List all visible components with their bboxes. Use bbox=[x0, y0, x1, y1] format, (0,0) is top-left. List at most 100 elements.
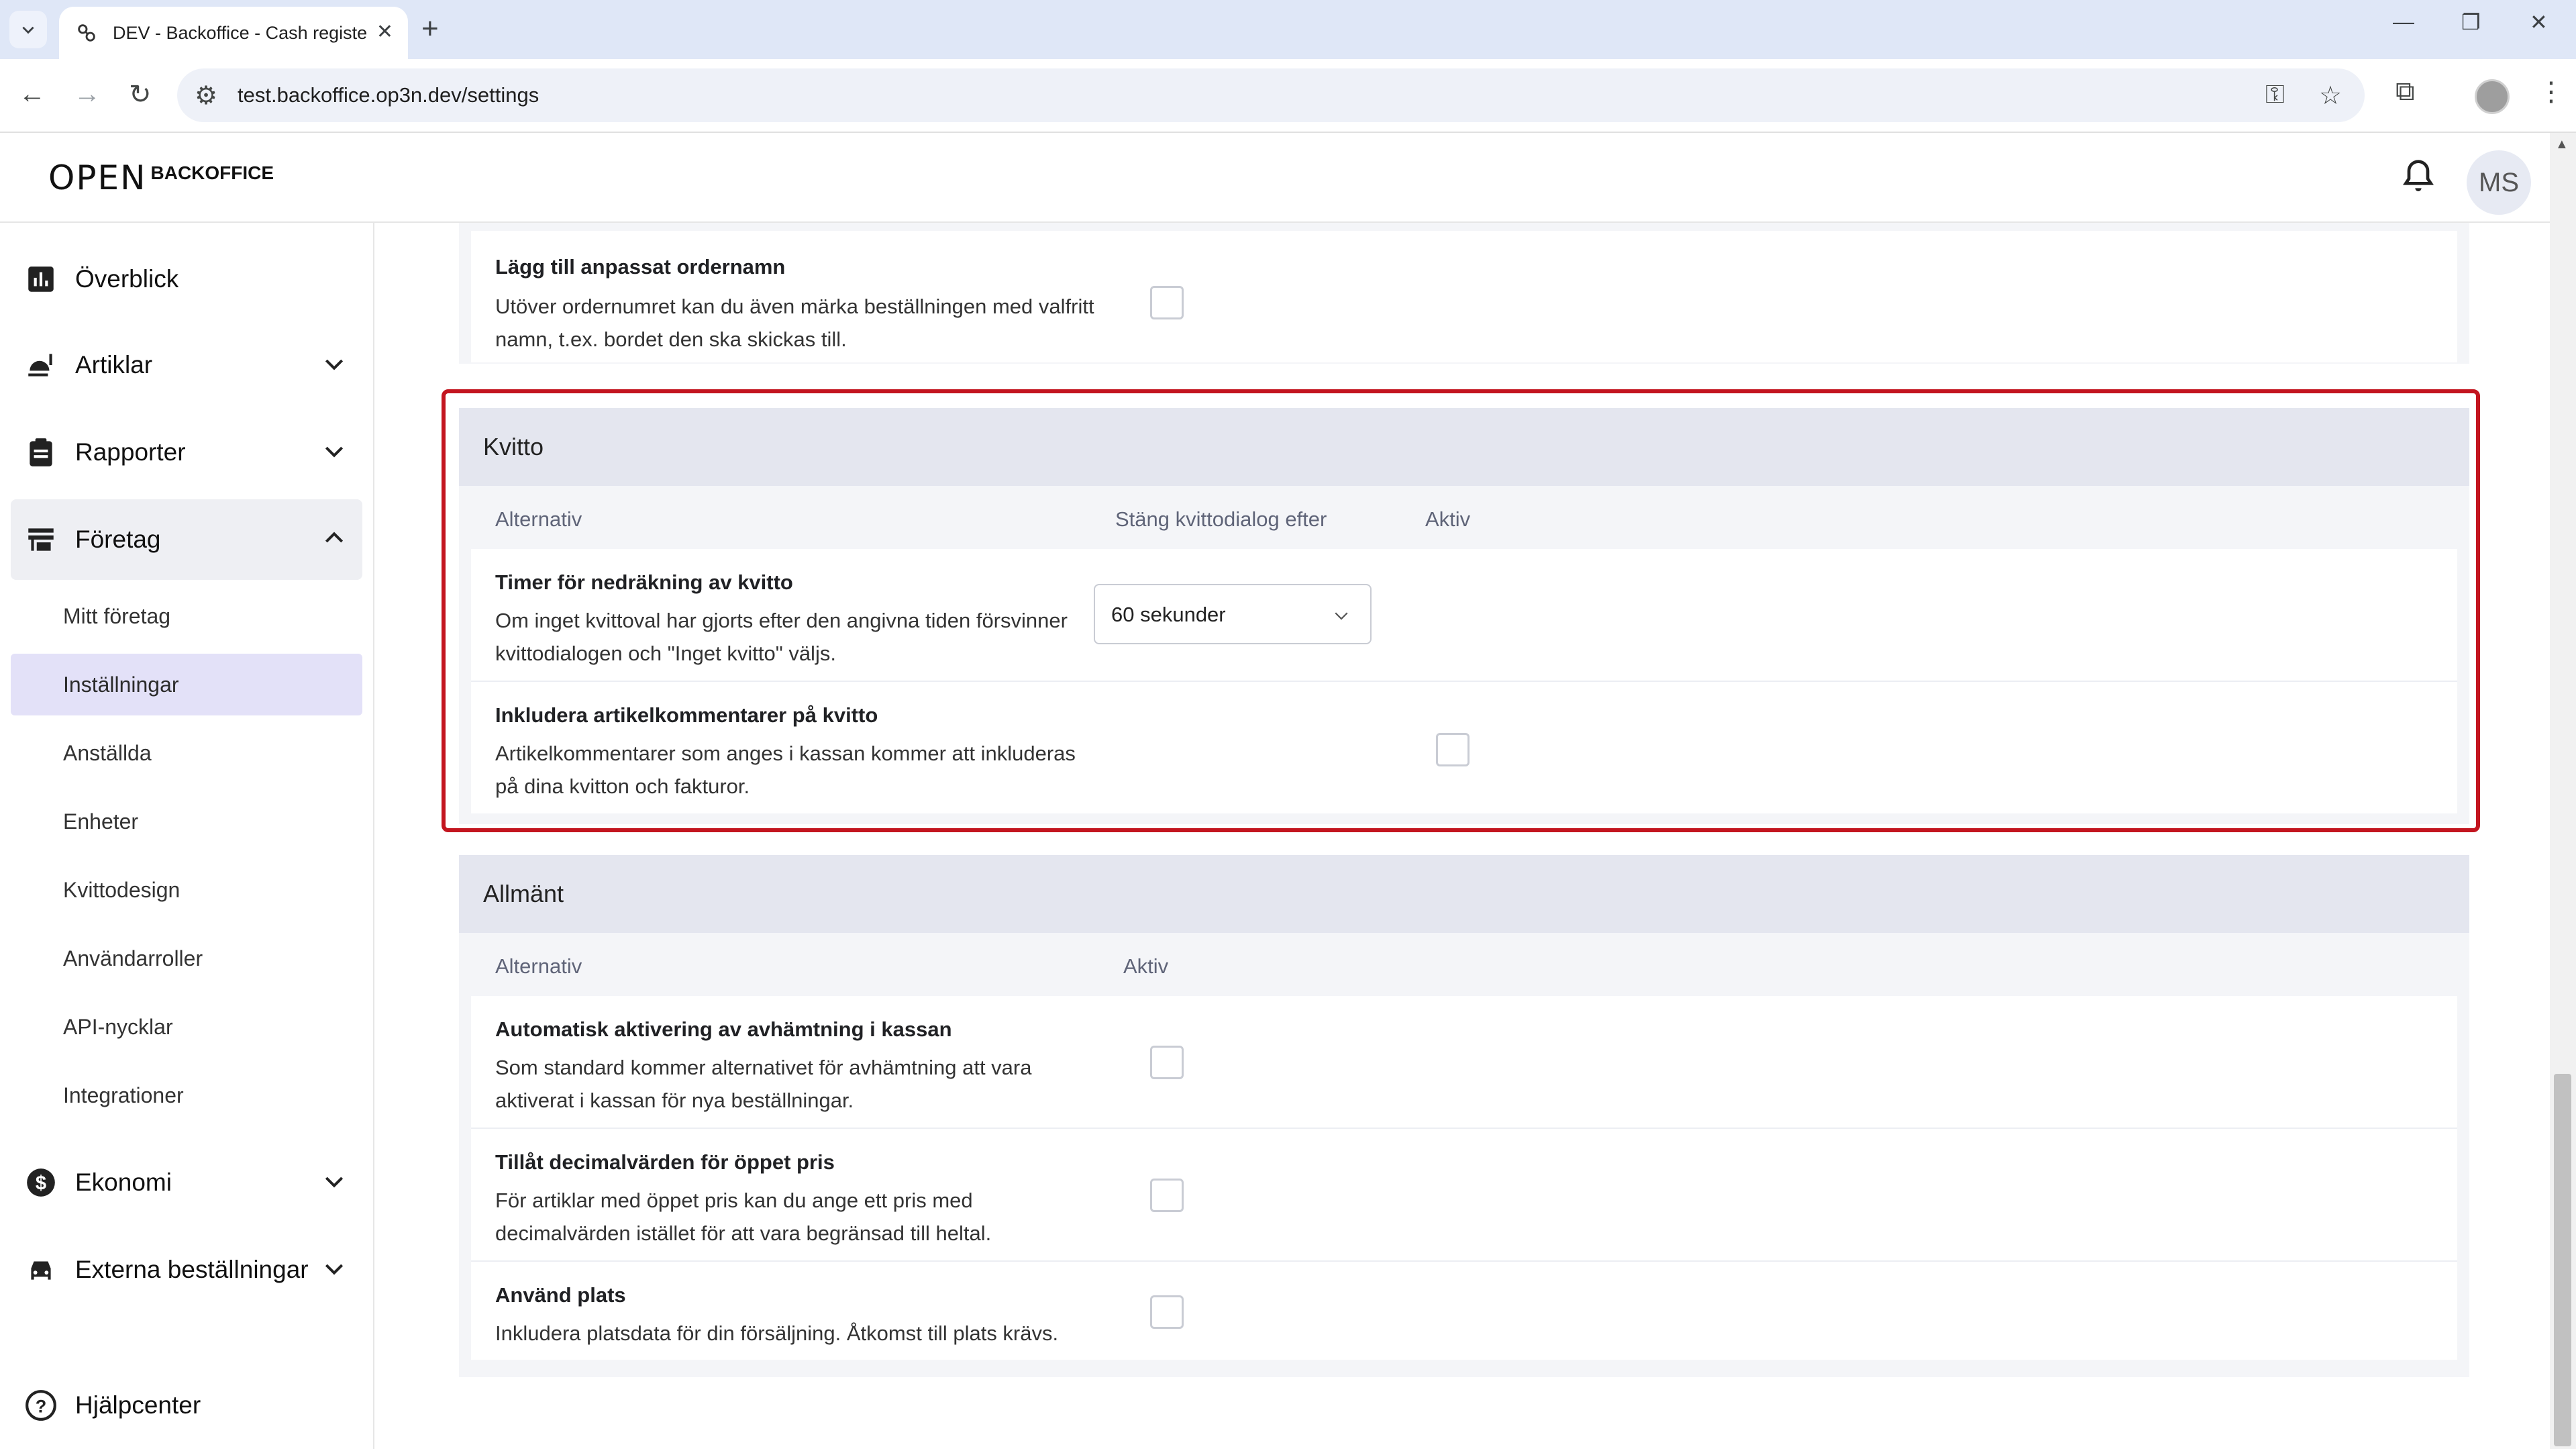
sidebar-item-artiklar[interactable]: Artiklar bbox=[11, 325, 362, 405]
kvitto-card: Kvitto Alternativ Stäng kvittodialog eft… bbox=[459, 408, 2469, 824]
forward-icon[interactable]: → bbox=[74, 79, 101, 109]
dollar-icon: $ bbox=[27, 1168, 55, 1197]
key-icon[interactable]: ⚿ bbox=[2265, 81, 2285, 109]
tab-title: DEV - Backoffice - Cash register bbox=[113, 22, 368, 43]
row-description: Som standard kommer alternativet för avh… bbox=[495, 1056, 1032, 1112]
sidebar-subitem-anvandarroller[interactable]: Användarroller bbox=[11, 928, 362, 989]
sidebar-subitem-kvittodesign[interactable]: Kvittodesign bbox=[11, 859, 362, 921]
chevron-down-icon bbox=[22, 26, 34, 34]
sidebar-subitem-mitt-foretag[interactable]: Mitt företag bbox=[11, 585, 362, 647]
include-item-comments-checkbox[interactable] bbox=[1436, 733, 1470, 766]
window-close-icon[interactable]: ✕ bbox=[2530, 9, 2548, 35]
receipt-timer-select[interactable]: 60 sekunder bbox=[1094, 584, 1372, 644]
row-title: Automatisk aktivering av avhämtning i ka… bbox=[495, 1017, 952, 1041]
help-center-link[interactable]: ? Hjälpcenter bbox=[11, 1372, 362, 1439]
scrollbar-thumb[interactable] bbox=[2554, 1074, 2571, 1446]
user-avatar[interactable]: MS bbox=[2467, 150, 2531, 215]
orders-settings-card: Lägg till anpassat ordernamn Utöver orde… bbox=[459, 223, 2469, 364]
bell-icon[interactable] bbox=[2400, 157, 2437, 197]
custom-order-name-checkbox[interactable] bbox=[1150, 286, 1184, 319]
column-header-row: Alternativ Aktiv bbox=[459, 933, 2469, 996]
row-description: Utöver ordernumret kan du även märka bes… bbox=[495, 295, 1094, 351]
row-title: Tillåt decimalvärden för öppet pris bbox=[495, 1150, 835, 1174]
clipboard-icon bbox=[30, 438, 52, 466]
chevron-up-icon bbox=[325, 532, 344, 543]
card-header: Allmänt bbox=[459, 855, 2469, 933]
settings-row: Använd plats Inkludera platsdata för din… bbox=[471, 1262, 2457, 1360]
use-location-checkbox[interactable] bbox=[1150, 1295, 1184, 1329]
app-header: OPEN BACKOFFICE MS bbox=[0, 133, 2576, 223]
logo-main: OPEN bbox=[48, 158, 147, 197]
help-circle-icon: ? bbox=[25, 1390, 56, 1421]
new-tab-icon[interactable]: + bbox=[421, 12, 439, 46]
sidebar-item-foretag[interactable]: Företag bbox=[11, 499, 362, 580]
allmant-card: Allmänt Alternativ Aktiv Automatisk akti… bbox=[459, 855, 2469, 1377]
sidebar-item-label: Rapporter bbox=[75, 438, 186, 466]
extensions-icon[interactable]: ⧉ bbox=[2395, 77, 2415, 107]
column-header-row: Alternativ Stäng kvittodialog efter Akti… bbox=[459, 486, 2469, 549]
card-title: Allmänt bbox=[483, 880, 564, 907]
column-header-option: Alternativ bbox=[495, 954, 582, 978]
reload-icon[interactable]: ↻ bbox=[129, 79, 152, 110]
sidebar-item-ekonomi[interactable]: $ Ekonomi bbox=[11, 1142, 362, 1223]
select-value: 60 sekunder bbox=[1111, 603, 1226, 626]
chevron-down-icon bbox=[325, 359, 344, 370]
settings-row: Lägg till anpassat ordernamn Utöver orde… bbox=[471, 231, 2457, 362]
sidebar-item-rapporter[interactable]: Rapporter bbox=[11, 412, 362, 493]
sidebar-item-label: Överblick bbox=[75, 265, 179, 293]
tab-search-button[interactable] bbox=[9, 11, 47, 48]
tab-close-icon[interactable]: ✕ bbox=[376, 20, 393, 44]
row-description: För artiklar med öppet pris kan du ange … bbox=[495, 1189, 992, 1245]
sidebar-item-externa-bestallningar[interactable]: Externa beställningar bbox=[11, 1230, 362, 1310]
column-header-active: Aktiv bbox=[1123, 954, 1169, 978]
bar-chart-icon bbox=[28, 266, 54, 292]
address-bar[interactable]: ⚙ test.backoffice.op3n.dev/settings ⚿ ☆ bbox=[177, 68, 2365, 122]
scroll-up-arrow-icon[interactable]: ▲ bbox=[2555, 137, 2569, 152]
car-icon bbox=[31, 1261, 51, 1280]
sidebar-subitem-anstallda[interactable]: Anställda bbox=[11, 722, 362, 784]
row-description: Artikelkommentarer som anges i kassan ko… bbox=[495, 742, 1076, 798]
back-icon[interactable]: ← bbox=[19, 79, 46, 109]
food-icon bbox=[28, 354, 52, 377]
row-title: Timer för nedräkning av kvitto bbox=[495, 570, 793, 594]
sidebar-subitem-enheter[interactable]: Enheter bbox=[11, 791, 362, 852]
menu-icon[interactable]: ⋮ bbox=[2538, 77, 2565, 107]
column-header-close-after: Stäng kvittodialog efter bbox=[1115, 507, 1327, 531]
sidebar-subitem-installningar[interactable]: Inställningar bbox=[11, 654, 362, 715]
chevron-down-icon bbox=[325, 1264, 344, 1275]
url-text: test.backoffice.op3n.dev/settings bbox=[238, 83, 539, 107]
settings-content: Lägg till anpassat ordernamn Utöver orde… bbox=[374, 223, 2548, 1449]
decimal-open-price-checkbox[interactable] bbox=[1150, 1179, 1184, 1212]
row-title: Använd plats bbox=[495, 1283, 626, 1307]
sidebar-item-overblick[interactable]: Överblick bbox=[11, 239, 362, 319]
card-title: Kvitto bbox=[483, 433, 544, 460]
row-title: Lägg till anpassat ordernamn bbox=[495, 255, 786, 279]
browser-toolbar: ← → ↻ ⚙ test.backoffice.op3n.dev/setting… bbox=[0, 59, 2576, 133]
settings-row: Timer för nedräkning av kvitto Om inget … bbox=[471, 549, 2457, 682]
sidebar: Överblick Artiklar Rapporter Företag Mit… bbox=[0, 223, 374, 1449]
sidebar-subitem-integrationer[interactable]: Integrationer bbox=[11, 1064, 362, 1126]
svg-text:?: ? bbox=[36, 1395, 47, 1416]
row-description: Inkludera platsdata för din försäljning.… bbox=[495, 1321, 1059, 1345]
help-center-label: Hjälpcenter bbox=[75, 1391, 201, 1419]
row-title: Inkludera artikelkommentarer på kvitto bbox=[495, 703, 878, 727]
sidebar-item-label: Externa beställningar bbox=[75, 1256, 309, 1283]
browser-tab[interactable]: DEV - Backoffice - Cash register ✕ bbox=[59, 7, 408, 59]
sidebar-item-label: Artiklar bbox=[75, 351, 153, 379]
sidebar-subitem-api-nycklar[interactable]: API-nycklar bbox=[11, 996, 362, 1058]
restore-icon[interactable]: ❐ bbox=[2461, 9, 2481, 35]
logo[interactable]: OPEN BACKOFFICE bbox=[48, 158, 274, 197]
card-header: Kvitto bbox=[459, 408, 2469, 486]
column-header-option: Alternativ bbox=[495, 507, 582, 531]
chevron-down-icon bbox=[1335, 612, 1348, 620]
site-settings-icon[interactable]: ⚙ bbox=[195, 81, 217, 111]
settings-row: Inkludera artikelkommentarer på kvitto A… bbox=[471, 682, 2457, 813]
profile-avatar[interactable] bbox=[2475, 79, 2510, 114]
favicon-icon bbox=[78, 24, 95, 42]
settings-row: Automatisk aktivering av avhämtning i ka… bbox=[471, 996, 2457, 1129]
row-description: Om inget kvittoval har gjorts efter den … bbox=[495, 609, 1068, 665]
star-icon[interactable]: ☆ bbox=[2319, 81, 2342, 111]
svg-text:$: $ bbox=[36, 1172, 46, 1194]
minimize-icon[interactable]: — bbox=[2393, 9, 2414, 34]
auto-takeaway-checkbox[interactable] bbox=[1150, 1046, 1184, 1079]
